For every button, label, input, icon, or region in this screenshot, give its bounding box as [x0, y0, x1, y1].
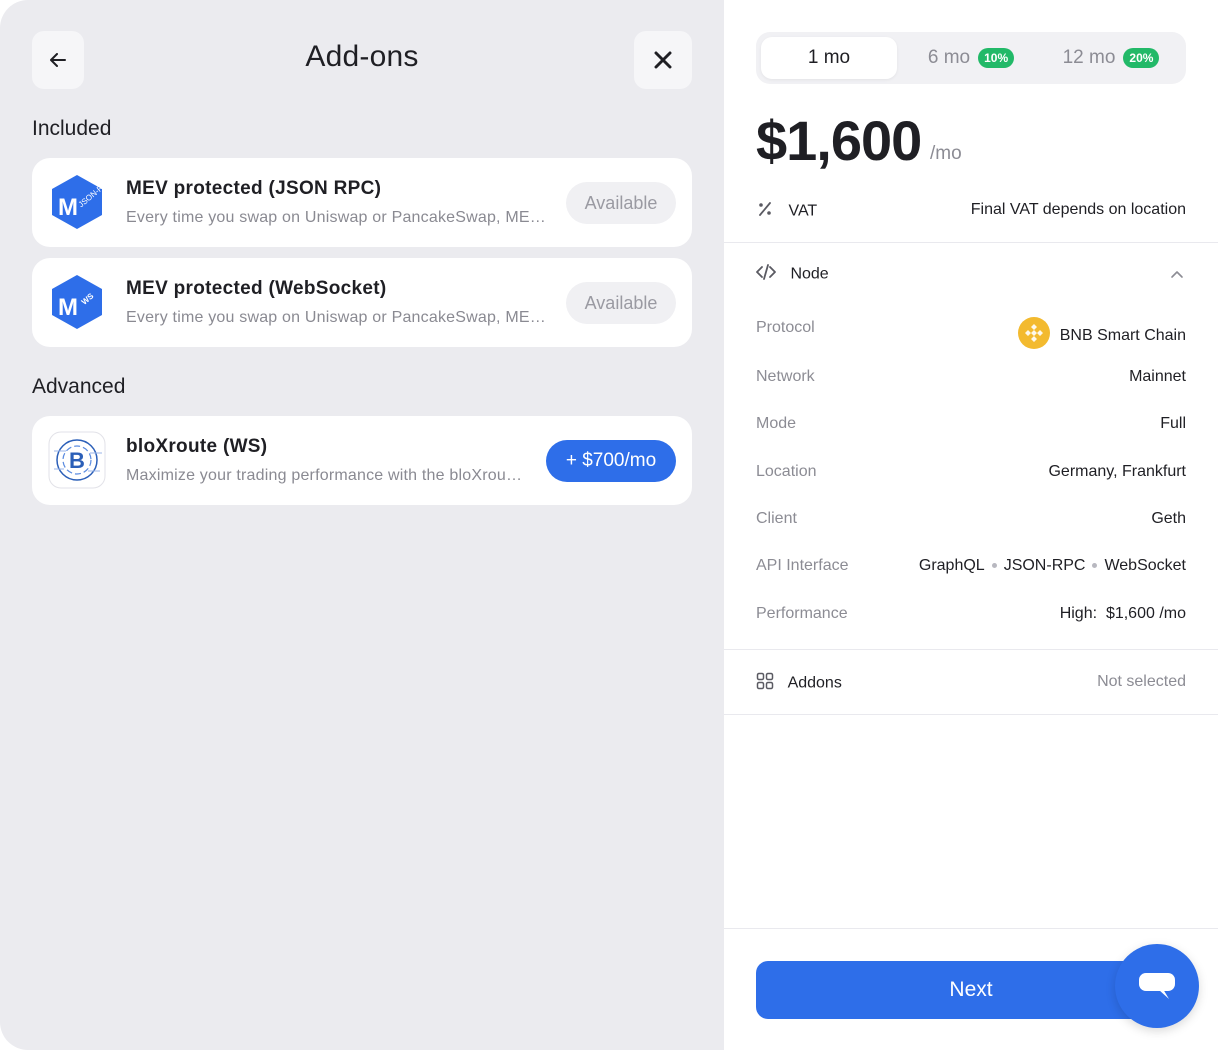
- addon-description: Every time you swap on Uniswap or Pancak…: [126, 209, 546, 226]
- svg-text:B: B: [69, 448, 85, 473]
- row-value: Germany, Frankfurt: [1048, 463, 1186, 480]
- performance-price: $1,600 /mo: [1105, 605, 1186, 622]
- network-row: Network Mainnet: [756, 368, 1186, 392]
- chevron-up-icon[interactable]: [1170, 266, 1184, 284]
- addon-card-mev-websocket: M WS MEV protected (WebSocket) Every tim…: [32, 258, 692, 347]
- node-section-header[interactable]: Node: [756, 264, 1186, 285]
- row-key: Performance: [756, 605, 848, 622]
- vat-row: VAT Final VAT depends on location: [756, 200, 1186, 223]
- price-unit: /mo: [930, 143, 962, 164]
- vat-value: Final VAT depends on location: [970, 201, 1186, 218]
- addons-label: Addons: [787, 674, 842, 692]
- divider: [724, 714, 1218, 715]
- row-value: BNB Smart Chain: [1017, 317, 1186, 354]
- tab-1-month[interactable]: 1 mo: [761, 37, 897, 79]
- row-value: Full: [1160, 415, 1186, 432]
- svg-text:M: M: [58, 194, 78, 221]
- total-price: $1,600: [756, 109, 922, 172]
- location-row: Location Germany, Frankfurt: [756, 463, 1186, 487]
- api-websocket: WebSocket: [1104, 557, 1186, 574]
- api-graphql: GraphQL: [918, 557, 985, 574]
- vat-label: VAT: [788, 202, 818, 220]
- performance-tier: High:: [1059, 605, 1098, 622]
- bnb-chain-icon: [1017, 317, 1050, 354]
- billing-period-tabs: 1 mo 6 mo 10% 12 mo 20%: [756, 32, 1186, 84]
- mev-websocket-logo-icon: M WS: [48, 273, 106, 331]
- api-interface-row: API Interface GraphQL JSON-RPC WebSocket: [756, 557, 1186, 581]
- bloxroute-logo-icon: B: [48, 431, 106, 489]
- row-key: Location: [756, 463, 817, 480]
- protocol-row: Protocol BNB Smart Chain: [756, 317, 1186, 349]
- row-value: Geth: [1151, 510, 1186, 527]
- divider: [724, 649, 1218, 650]
- close-button[interactable]: [634, 31, 692, 89]
- included-section-label: Included: [32, 117, 112, 140]
- tab-label: 6 mo: [927, 47, 971, 68]
- addons-panel: Add-ons Included M JSON-RPC MEV protecte…: [0, 0, 724, 1050]
- node-label: Node: [790, 265, 829, 283]
- mev-json-rpc-logo-icon: M JSON-RPC: [48, 173, 114, 231]
- order-summary-panel: 1 mo 6 mo 10% 12 mo 20% $1,600 /mo VAT F…: [724, 0, 1218, 1050]
- row-key: Network: [756, 368, 815, 385]
- addon-card-mev-json-rpc: M JSON-RPC MEV protected (JSON RPC) Ever…: [32, 158, 692, 247]
- tab-label: 1 mo: [807, 47, 851, 68]
- row-value: GraphQL JSON-RPC WebSocket: [919, 557, 1186, 575]
- addon-card-bloxroute: B bloXroute (WS) Maximize your trading p…: [32, 416, 692, 505]
- separator-dot: [1092, 563, 1098, 569]
- addon-description: Every time you swap on Uniswap or Pancak…: [126, 309, 546, 326]
- advanced-section-label: Advanced: [32, 375, 126, 398]
- performance-row: Performance High: $1,600 /mo: [756, 605, 1186, 629]
- discount-badge: 20%: [1123, 48, 1160, 68]
- grid-icon: [756, 672, 774, 695]
- page-title: Add-ons: [305, 40, 419, 73]
- addons-row: Addons Not selected: [756, 672, 1186, 695]
- addon-name: bloXroute (WS): [126, 436, 268, 457]
- addon-description: Maximize your trading performance with t…: [126, 467, 526, 484]
- tab-6-months[interactable]: 6 mo 10%: [916, 37, 1026, 79]
- api-json-rpc: JSON-RPC: [1003, 557, 1086, 574]
- chat-bubble-icon: [1139, 973, 1175, 999]
- row-key: Client: [756, 510, 797, 527]
- separator-dot: [991, 563, 997, 569]
- tab-label: 12 mo: [1062, 47, 1116, 68]
- chat-button[interactable]: [1115, 944, 1199, 1028]
- divider: [724, 928, 1218, 929]
- status-badge: Available: [566, 282, 676, 324]
- protocol-value: BNB Smart Chain: [1059, 326, 1186, 344]
- addon-name: MEV protected (JSON RPC): [126, 178, 382, 199]
- addons-value: Not selected: [1097, 673, 1186, 690]
- close-icon: [654, 51, 672, 69]
- code-icon: [756, 264, 776, 285]
- add-bloxroute-button[interactable]: + $700/mo: [546, 440, 676, 482]
- svg-text:M: M: [58, 294, 78, 321]
- discount-badge: 10%: [978, 48, 1015, 68]
- addon-name: MEV protected (WebSocket): [126, 278, 387, 299]
- client-row: Client Geth: [756, 510, 1186, 534]
- row-key: Protocol: [756, 319, 815, 336]
- mode-row: Mode Full: [756, 415, 1186, 439]
- divider: [724, 242, 1218, 243]
- row-key: Mode: [756, 415, 797, 432]
- row-key: API Interface: [756, 557, 849, 574]
- status-badge: Available: [566, 182, 676, 224]
- tab-12-months[interactable]: 12 mo 20%: [1054, 37, 1168, 79]
- row-value: Mainnet: [1129, 368, 1186, 385]
- row-value: High: $1,600 /mo: [1060, 605, 1186, 623]
- percent-icon: [756, 200, 774, 223]
